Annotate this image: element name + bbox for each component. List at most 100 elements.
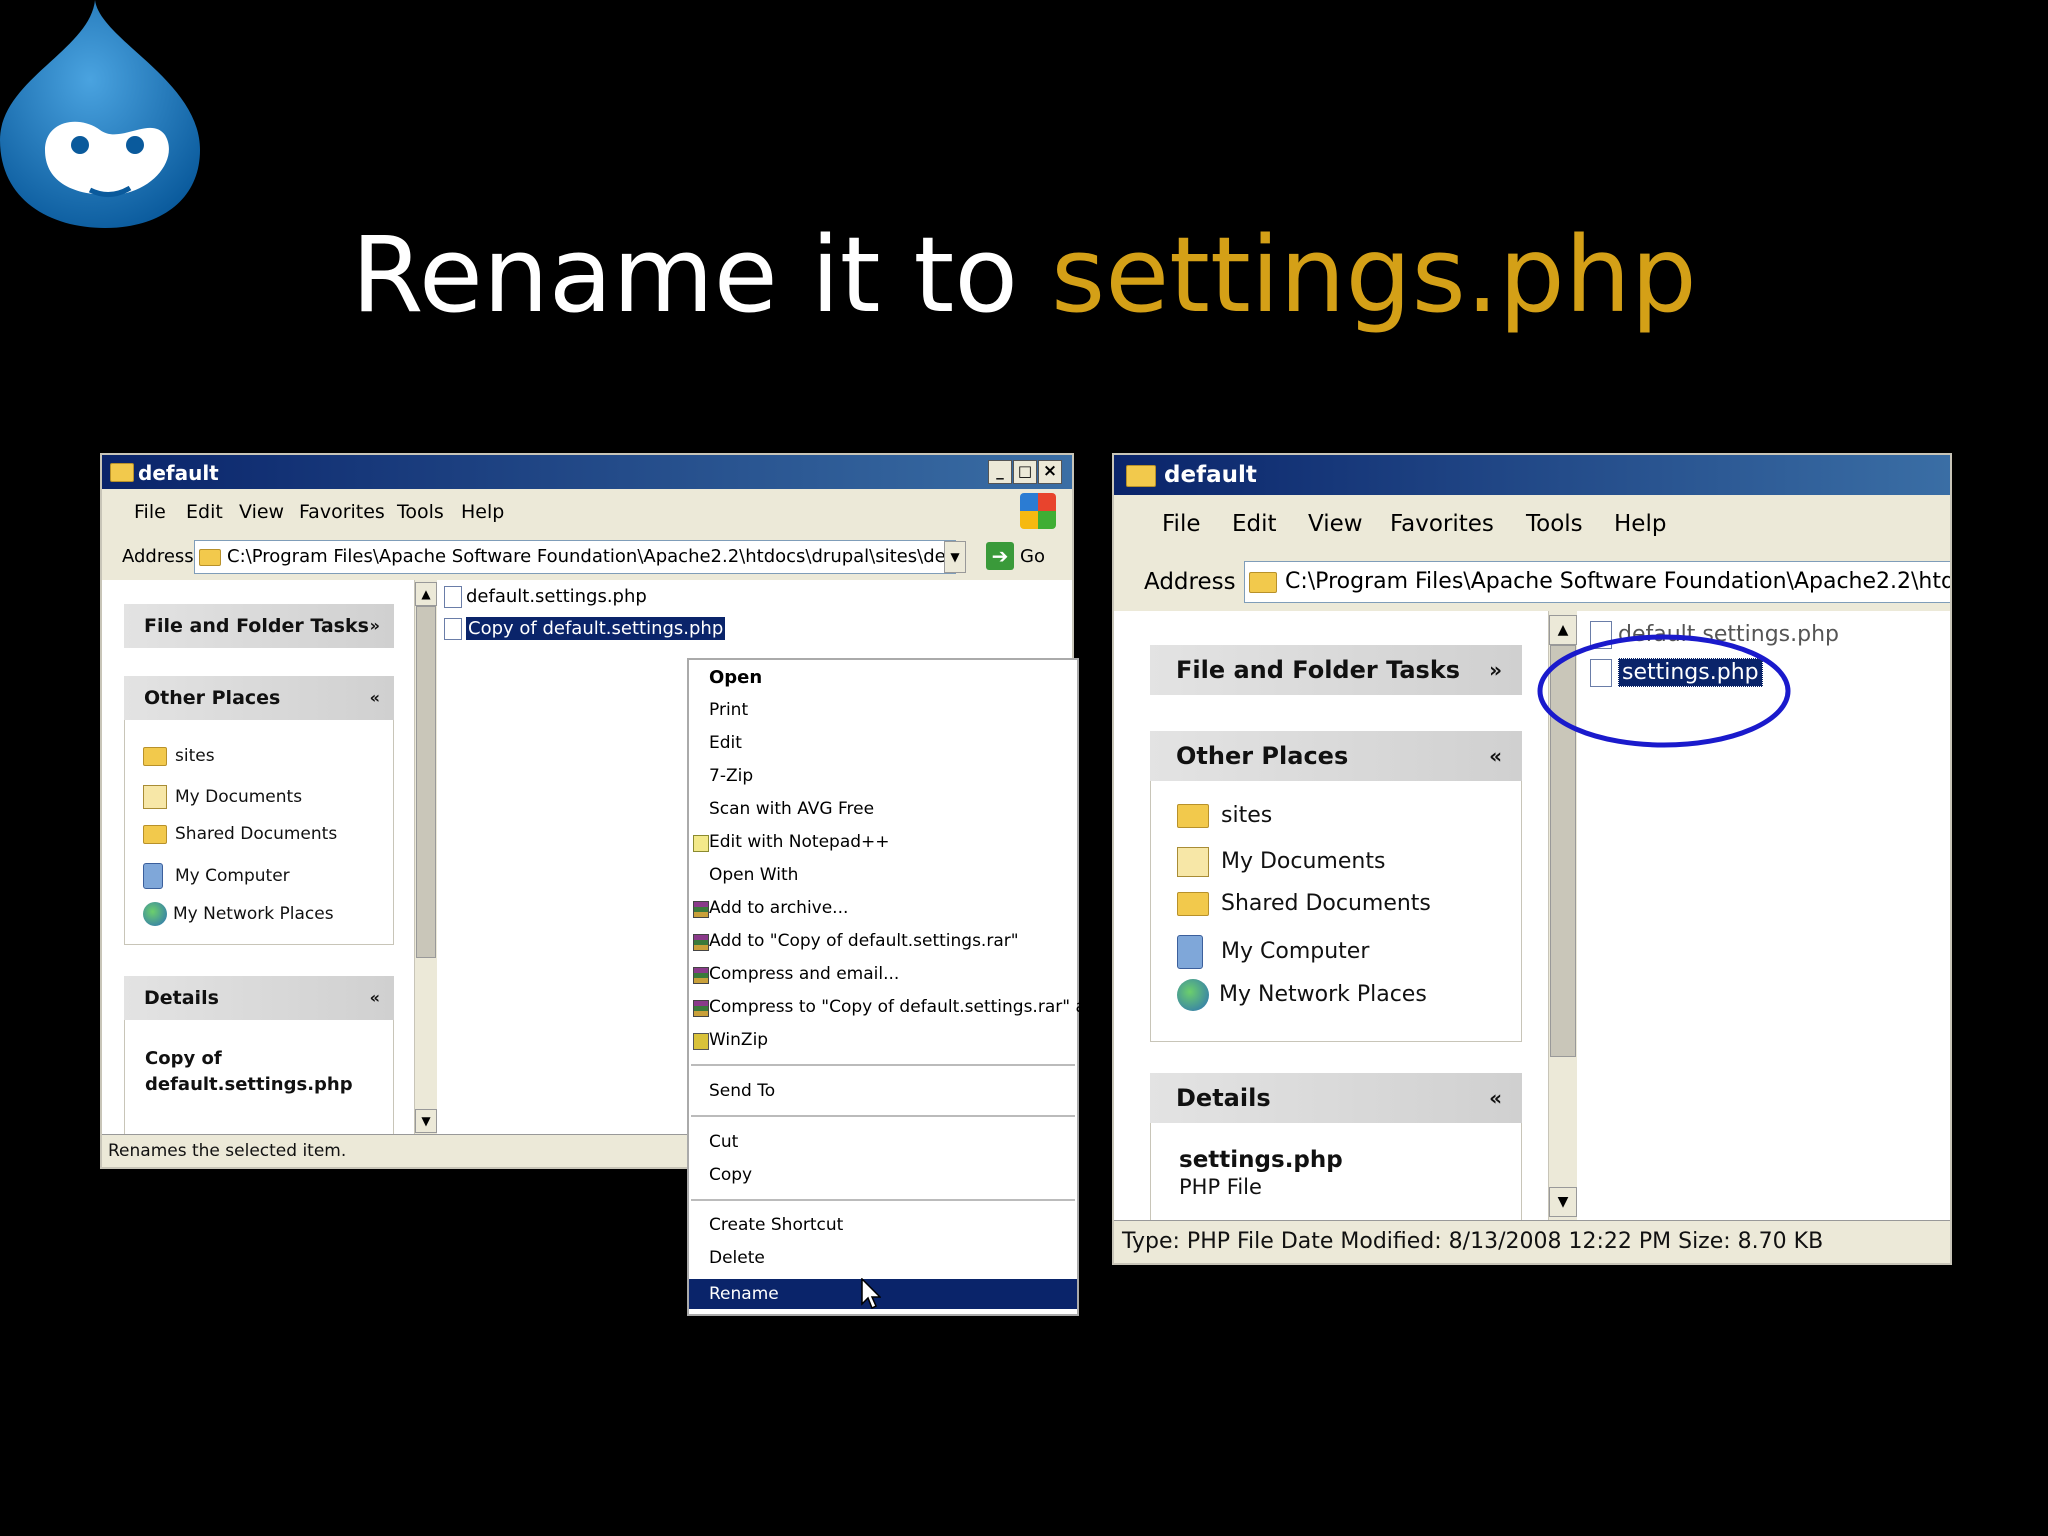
menu-view[interactable]: View: [239, 501, 284, 523]
address-field[interactable]: C:\Program Files\Apache Software Foundat…: [194, 540, 956, 574]
left-panel-scrollbar[interactable]: ▲ ▼: [414, 580, 437, 1135]
place-sites[interactable]: sites: [143, 746, 215, 766]
place-my-computer[interactable]: My Computer: [1177, 935, 1369, 969]
menu-edit[interactable]: Edit: [1232, 511, 1277, 537]
panel-header[interactable]: Other Places «: [1150, 731, 1522, 781]
menu-item-add-archive[interactable]: Add to archive...: [689, 896, 1077, 921]
other-places-panel: Other Places « sites My Documents Shared …: [1150, 731, 1522, 1043]
panel-header[interactable]: File and Folder Tasks»: [124, 604, 394, 648]
winrar-icon: [693, 901, 709, 918]
menu-item-scan-avg[interactable]: Scan with AVG Free: [689, 797, 1077, 822]
scroll-down-button[interactable]: ▼: [415, 1109, 437, 1133]
menu-item-compress-email[interactable]: Compress and email...: [689, 962, 1077, 987]
my-documents-icon: [1177, 847, 1209, 877]
place-my-network-places[interactable]: My Network Places: [143, 902, 334, 926]
panel-header[interactable]: Details «: [1150, 1073, 1522, 1123]
file-folder-tasks-panel: File and Folder Tasks »: [1150, 645, 1522, 695]
menu-item-7zip[interactable]: 7-Zip: [689, 764, 1077, 789]
scroll-down-button[interactable]: ▼: [1549, 1187, 1577, 1217]
collapse-chevron-icon[interactable]: «: [370, 976, 380, 1020]
address-value: C:\Program Files\Apache Software Foundat…: [227, 546, 956, 567]
menu-item-delete[interactable]: Delete: [689, 1246, 1077, 1271]
menu-item-open-with[interactable]: Open With: [689, 863, 1077, 888]
menu-view[interactable]: View: [1308, 511, 1363, 537]
menu-tools[interactable]: Tools: [1526, 511, 1583, 537]
network-places-icon: [143, 902, 167, 926]
collapse-chevron-icon[interactable]: «: [370, 676, 380, 720]
window-title: default: [1164, 462, 1257, 488]
menu-help[interactable]: Help: [461, 501, 504, 523]
scroll-up-button[interactable]: ▲: [415, 582, 437, 606]
menu-file[interactable]: File: [134, 501, 166, 523]
minimize-button[interactable]: _: [988, 460, 1012, 484]
collapse-chevron-icon[interactable]: «: [1489, 1073, 1502, 1123]
my-computer-icon: [143, 863, 163, 889]
mouse-cursor-icon: [861, 1278, 881, 1310]
address-value: C:\Program Files\Apache Software Foundat…: [1285, 569, 1952, 594]
address-field[interactable]: C:\Program Files\Apache Software Foundat…: [1244, 561, 1952, 603]
file-copy-of-default-settings[interactable]: Copy of default.settings.php: [444, 616, 726, 642]
expand-chevron-icon[interactable]: »: [1489, 645, 1502, 695]
menu-edit[interactable]: Edit: [186, 501, 223, 523]
place-my-documents[interactable]: My Documents: [143, 785, 302, 809]
folder-icon: [1177, 804, 1209, 828]
menu-item-winzip[interactable]: WinZip: [689, 1028, 1077, 1053]
menu-help[interactable]: Help: [1614, 511, 1666, 537]
folder-icon: [1177, 892, 1209, 916]
place-shared-documents[interactable]: Shared Documents: [1177, 891, 1431, 916]
menu-item-compress-to-rar[interactable]: Compress to "Copy of default.settings.ra…: [689, 995, 1107, 1020]
right-menubar: File Edit View Favorites Tools Help: [1114, 495, 1950, 554]
panel-title: File and Folder Tasks: [144, 615, 369, 637]
panel-header[interactable]: Other Places «: [124, 676, 394, 720]
menu-item-send-to[interactable]: Send To: [689, 1079, 1077, 1104]
menu-item-copy[interactable]: Copy: [689, 1163, 1077, 1188]
right-statusbar: Type: PHP File Date Modified: 8/13/2008 …: [1114, 1220, 1950, 1263]
place-my-documents[interactable]: My Documents: [1177, 847, 1385, 877]
menu-item-open[interactable]: Open: [689, 665, 1077, 690]
panel-body: settings.php PHP File: [1150, 1123, 1522, 1222]
panel-title: Details: [144, 987, 219, 1009]
menu-item-cut[interactable]: Cut: [689, 1130, 1077, 1155]
menu-item-create-shortcut[interactable]: Create Shortcut: [689, 1213, 1077, 1238]
menu-item-edit[interactable]: Edit: [689, 731, 1077, 756]
place-shared-documents[interactable]: Shared Documents: [143, 824, 337, 844]
menu-item-notepad-plus[interactable]: Edit with Notepad++: [689, 830, 1077, 855]
collapse-chevron-icon[interactable]: «: [1489, 731, 1502, 781]
scroll-thumb[interactable]: [416, 606, 436, 958]
panel-body: sites My Documents Shared Documents My C…: [124, 720, 394, 945]
network-places-icon: [1177, 979, 1209, 1011]
panel-title: Other Places: [1176, 742, 1349, 770]
windows-flag-icon: [1020, 493, 1056, 529]
winzip-icon: [693, 1033, 709, 1050]
menu-file[interactable]: File: [1162, 511, 1201, 537]
address-dropdown[interactable]: ▼: [944, 541, 966, 573]
menu-item-add-to-rar[interactable]: Add to "Copy of default.settings.rar": [689, 929, 1077, 954]
go-arrow-icon[interactable]: ➔: [986, 542, 1014, 570]
left-titlebar: default _ □ ×: [102, 455, 1072, 489]
place-my-computer[interactable]: My Computer: [143, 863, 290, 889]
address-label: Address: [122, 546, 194, 567]
folder-icon: [143, 746, 167, 766]
menu-favorites[interactable]: Favorites: [1390, 511, 1494, 537]
menu-favorites[interactable]: Favorites: [299, 501, 385, 523]
expand-chevron-icon[interactable]: »: [370, 604, 380, 648]
my-computer-icon: [1177, 935, 1203, 969]
panel-header[interactable]: Details «: [124, 976, 394, 1020]
left-menubar: File Edit View Favorites Tools Help: [102, 489, 1072, 535]
winrar-icon: [693, 934, 709, 951]
panel-title: File and Folder Tasks: [1176, 656, 1461, 684]
panel-header[interactable]: File and Folder Tasks »: [1150, 645, 1522, 695]
context-menu: Open Print Edit 7-Zip Scan with AVG Free…: [687, 658, 1107, 1316]
place-sites[interactable]: sites: [1177, 803, 1272, 828]
maximize-button[interactable]: □: [1013, 460, 1037, 484]
go-button[interactable]: Go: [1020, 546, 1045, 567]
left-addressbar: Address C:\Program Files\Apache Software…: [102, 534, 1072, 581]
menu-item-print[interactable]: Print: [689, 698, 1077, 723]
close-button[interactable]: ×: [1038, 460, 1062, 484]
address-label: Address: [1144, 569, 1236, 595]
menu-tools[interactable]: Tools: [397, 501, 444, 523]
menu-item-rename[interactable]: Rename: [689, 1279, 1077, 1309]
folder-icon: [1249, 571, 1277, 593]
place-my-network-places[interactable]: My Network Places: [1177, 979, 1427, 1011]
file-default-settings[interactable]: default.settings.php: [444, 584, 647, 610]
